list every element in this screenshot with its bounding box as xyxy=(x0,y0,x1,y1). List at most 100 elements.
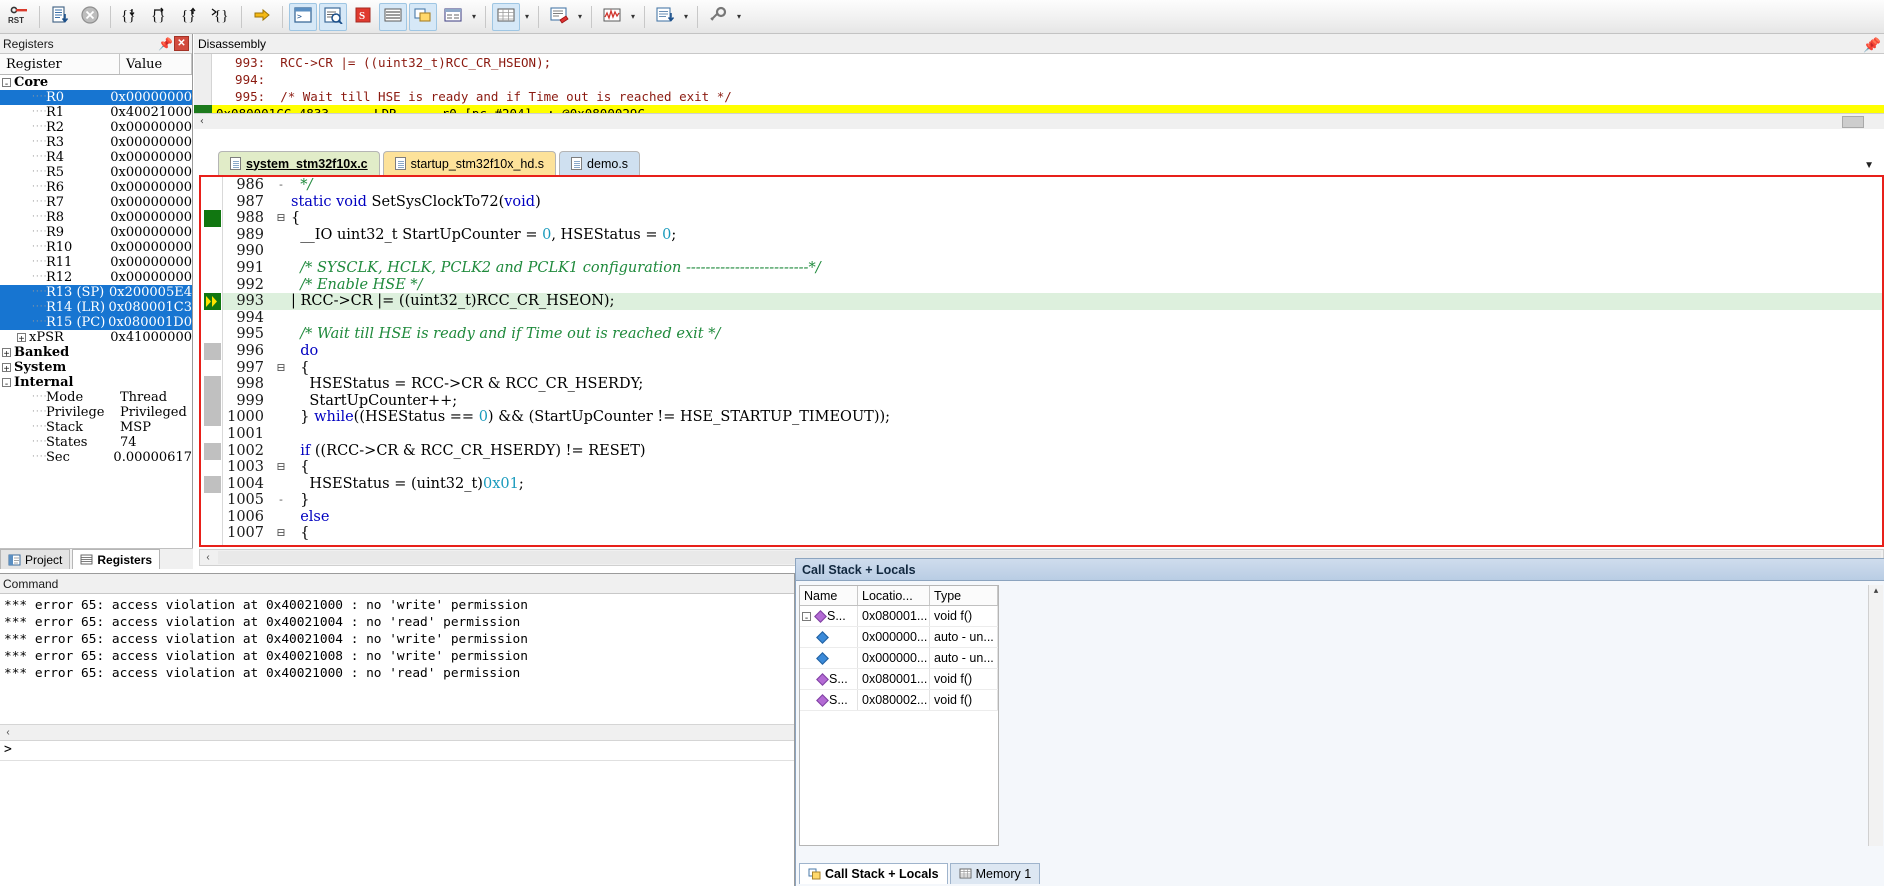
code-editor[interactable]: 986- */987 static void SetSysClockTo72(vo… xyxy=(201,177,1882,545)
disassembly-line[interactable]: 994: xyxy=(194,71,1884,88)
code-coverage-marker[interactable] xyxy=(204,343,221,360)
disassembly-line[interactable]: 995: /* Wait till HSE is ready and if Ti… xyxy=(194,88,1884,105)
editor-tab-startup-stm32f10x-hd-s[interactable]: startup_stm32f10x_hd.s xyxy=(382,151,557,175)
fold-toggle[interactable] xyxy=(271,409,291,426)
fold-toggle[interactable] xyxy=(271,509,291,526)
collapse-icon[interactable]: - xyxy=(802,611,811,624)
code-line[interactable]: 986- */ xyxy=(223,177,1882,194)
code-line[interactable]: 1001 xyxy=(223,426,1882,443)
register-row[interactable]: ···· R8 0x00000000 xyxy=(0,210,192,225)
trace-window-button[interactable] xyxy=(651,3,679,31)
memory-dropdown-arrow[interactable]: ▾ xyxy=(521,3,533,31)
show-next-statement-button[interactable] xyxy=(248,3,276,31)
disassembly-body[interactable]: 993: RCC->CR |= ((uint32_t)RCC_CR_HSEON)… xyxy=(194,54,1884,129)
code-line[interactable]: 991 /* SYSCLK, HCLK, PCLK2 and PCLK1 con… xyxy=(223,260,1882,277)
register-row[interactable]: ···· R2 0x00000000 xyxy=(0,120,192,135)
register-row[interactable]: ···· R12 0x00000000 xyxy=(0,270,192,285)
scroll-left-arrow[interactable]: ‹ xyxy=(0,727,16,738)
column-header-name[interactable]: Name xyxy=(800,586,858,605)
expand-icon[interactable]: + xyxy=(17,333,26,345)
watch-dropdown-arrow[interactable]: ▾ xyxy=(468,3,480,31)
fold-toggle[interactable] xyxy=(271,194,291,211)
register-row[interactable]: ···· Privilege Privileged xyxy=(0,405,192,420)
register-row[interactable]: + System xyxy=(0,360,192,375)
pin-icon[interactable]: 📌 xyxy=(158,37,173,51)
editor-breakpoint-gutter[interactable] xyxy=(201,177,223,545)
register-row[interactable]: ···· R13 (SP) 0x200005E4 xyxy=(0,285,192,300)
code-line[interactable]: 1007 ⊟ { xyxy=(223,525,1882,542)
disassembly-pin-icon[interactable]: 📌 xyxy=(1863,39,1878,53)
open-trace-button[interactable] xyxy=(46,3,74,31)
fold-toggle[interactable] xyxy=(271,243,291,260)
call-stack-row[interactable]: 0x000000... auto - un... xyxy=(800,627,998,648)
code-line[interactable]: 993 | RCC->CR |= ((uint32_t)RCC_CR_HSEON)… xyxy=(223,293,1882,310)
trace-dropdown-arrow[interactable]: ▾ xyxy=(680,3,692,31)
fold-toggle[interactable] xyxy=(271,393,291,410)
editor-tab-system-stm32f10x-c[interactable]: system_stm32f10x.c xyxy=(218,151,380,175)
fold-toggle[interactable] xyxy=(271,376,291,393)
disassembly-window-button[interactable] xyxy=(319,2,347,31)
collapse-icon[interactable]: - xyxy=(2,78,11,90)
dock-tab-registers[interactable]: Registers xyxy=(72,549,161,569)
close-icon[interactable]: ✕ xyxy=(174,36,189,51)
command-input[interactable]: > xyxy=(0,741,794,761)
code-line[interactable]: 999 StartUpCounter++; xyxy=(223,393,1882,410)
chevron-down-icon[interactable]: ▼ xyxy=(1864,160,1874,171)
fold-toggle[interactable] xyxy=(271,310,291,327)
register-row[interactable]: ···· Mode Thread xyxy=(0,390,192,405)
register-row[interactable]: ···· R1 0x40021000 xyxy=(0,105,192,120)
dock-tab-project[interactable]: Project xyxy=(0,549,71,569)
disassembly-line[interactable]: 993: RCC->CR |= ((uint32_t)RCC_CR_HSEON)… xyxy=(194,54,1884,71)
fold-toggle[interactable]: ⊟ xyxy=(271,210,291,227)
reset-button[interactable]: RST xyxy=(5,3,33,31)
register-row[interactable]: ···· R0 0x00000000 xyxy=(0,90,192,105)
code-line[interactable]: 1004 HSEStatus = (uint32_t)0x01; xyxy=(223,476,1882,493)
code-line[interactable]: 996 do xyxy=(223,343,1882,360)
editor-code-lines[interactable]: 986- */987 static void SetSysClockTo72(vo… xyxy=(223,177,1882,545)
code-line[interactable]: 995 /* Wait till HSE is ready and if Tim… xyxy=(223,326,1882,343)
register-row[interactable]: + xPSR 0x41000000 xyxy=(0,330,192,345)
fold-toggle[interactable] xyxy=(271,326,291,343)
code-line[interactable]: 1006 else xyxy=(223,509,1882,526)
fold-toggle[interactable] xyxy=(271,227,291,244)
step-into-button[interactable]: {} xyxy=(117,3,145,31)
register-row[interactable]: - Core xyxy=(0,75,192,90)
expand-icon[interactable]: + xyxy=(2,363,11,375)
memory-window-button[interactable] xyxy=(492,2,520,31)
watch-window-button[interactable] xyxy=(439,3,467,31)
analysis-window-button[interactable] xyxy=(598,3,626,31)
code-line[interactable]: 1000 } while((HSEStatus == 0) && (StartU… xyxy=(223,409,1882,426)
column-header-location[interactable]: Locatio... xyxy=(858,586,930,605)
fold-toggle[interactable] xyxy=(271,260,291,277)
column-header-type[interactable]: Type xyxy=(930,586,998,605)
fold-toggle[interactable] xyxy=(271,426,291,443)
command-hscrollbar[interactable]: ‹ xyxy=(0,724,794,741)
code-line[interactable]: 1005- } xyxy=(223,492,1882,509)
code-line[interactable]: 998 HSEStatus = RCC->CR & RCC_CR_HSERDY; xyxy=(223,376,1882,393)
code-coverage-marker[interactable] xyxy=(204,442,221,460)
code-coverage-marker[interactable] xyxy=(204,376,221,394)
register-row[interactable]: ···· R9 0x00000000 xyxy=(0,225,192,240)
register-row[interactable]: ···· R10 0x00000000 xyxy=(0,240,192,255)
register-row[interactable]: ···· R7 0x00000000 xyxy=(0,195,192,210)
code-line[interactable]: 1002 if ((RCC->CR & RCC_CR_HSERDY) != RE… xyxy=(223,443,1882,460)
tools-button[interactable] xyxy=(704,3,732,31)
register-row[interactable]: - Internal xyxy=(0,375,192,390)
column-header-value[interactable]: Value xyxy=(120,54,192,74)
fold-toggle[interactable] xyxy=(271,277,291,294)
fold-toggle[interactable]: - xyxy=(271,177,291,194)
symbols-window-button[interactable]: S xyxy=(349,3,377,31)
register-row[interactable]: ···· States 74 xyxy=(0,435,192,450)
stop-button[interactable] xyxy=(76,3,104,31)
register-row[interactable]: ···· R4 0x00000000 xyxy=(0,150,192,165)
fold-toggle[interactable] xyxy=(271,476,291,493)
fold-toggle[interactable] xyxy=(271,343,291,360)
fold-toggle[interactable]: ⊟ xyxy=(271,360,291,377)
register-row[interactable]: ···· R11 0x00000000 xyxy=(0,255,192,270)
scroll-left-arrow[interactable]: ‹ xyxy=(200,552,216,563)
call-stack-window-button[interactable] xyxy=(409,2,437,31)
call-stack-row[interactable]: S... 0x080001... void f() xyxy=(800,669,998,690)
code-coverage-marker[interactable] xyxy=(204,392,221,410)
code-line[interactable]: 987 static void SetSysClockTo72(void) xyxy=(223,194,1882,211)
fold-toggle[interactable] xyxy=(271,293,291,310)
